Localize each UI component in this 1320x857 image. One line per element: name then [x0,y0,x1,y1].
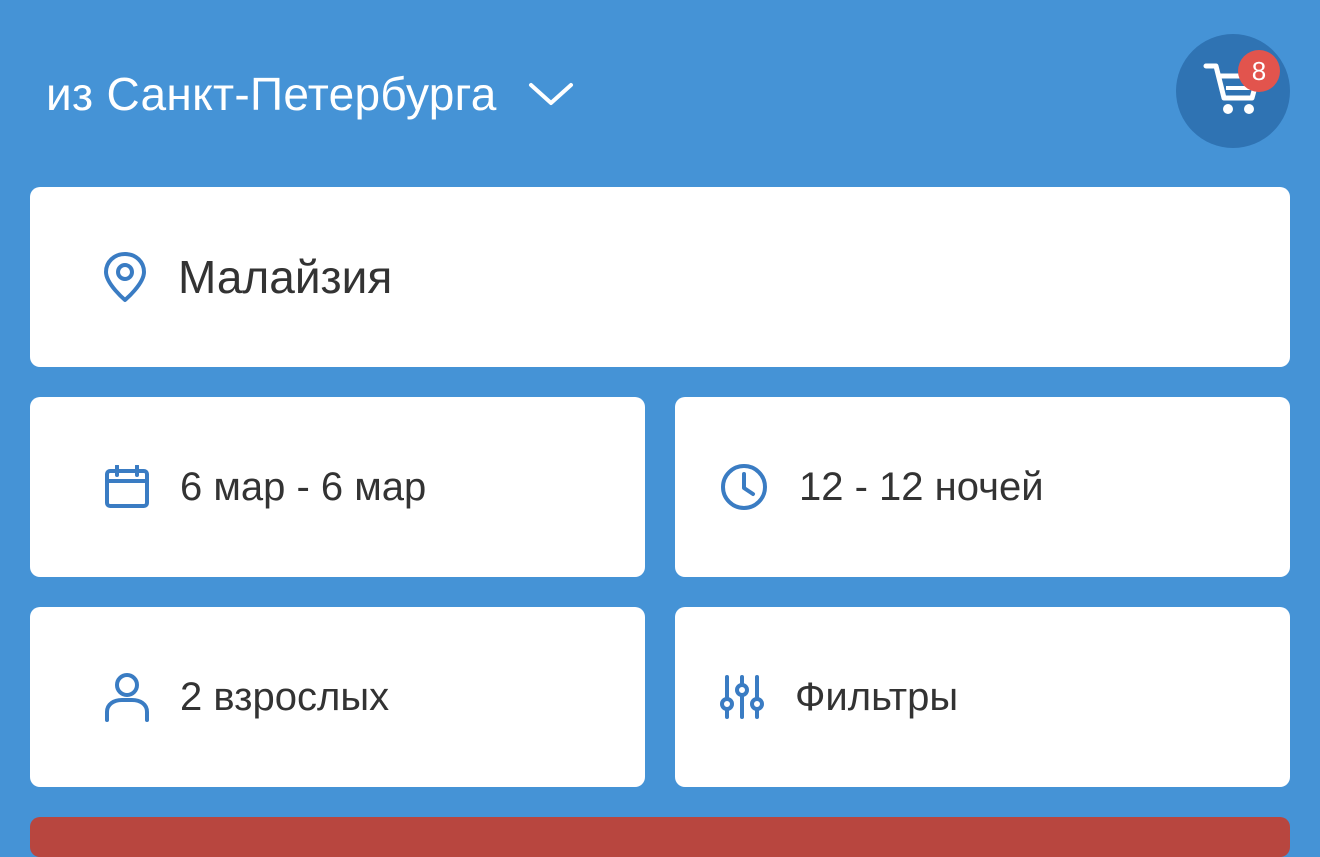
header: из Санкт-Петербурга 8 [0,0,1320,180]
destination-value: Малайзия [178,251,393,303]
cart-button[interactable]: 8 [1176,34,1290,148]
destination-field[interactable]: Малайзия [30,187,1290,367]
search-button[interactable] [30,817,1290,857]
calendar-icon [104,465,150,509]
dates-value: 6 мар - 6 мар [180,464,427,509]
clock-icon [719,462,769,512]
dates-field[interactable]: 6 мар - 6 мар [30,397,645,577]
person-icon [104,672,150,722]
filters-button[interactable]: Фильтры [675,607,1290,787]
travelers-field[interactable]: 2 взрослых [30,607,645,787]
location-pin-icon [102,251,148,303]
filters-label: Фильтры [795,674,959,719]
departure-city-select[interactable]: из Санкт-Петербурга [46,62,575,126]
nights-field[interactable]: 12 - 12 ночей [675,397,1290,577]
nights-value: 12 - 12 ночей [799,464,1044,509]
cart-count-badge: 8 [1238,50,1280,92]
departure-city-label: из Санкт-Петербурга [46,68,497,120]
chevron-down-icon [527,79,575,109]
travelers-value: 2 взрослых [180,674,390,719]
sliders-icon [719,675,765,719]
